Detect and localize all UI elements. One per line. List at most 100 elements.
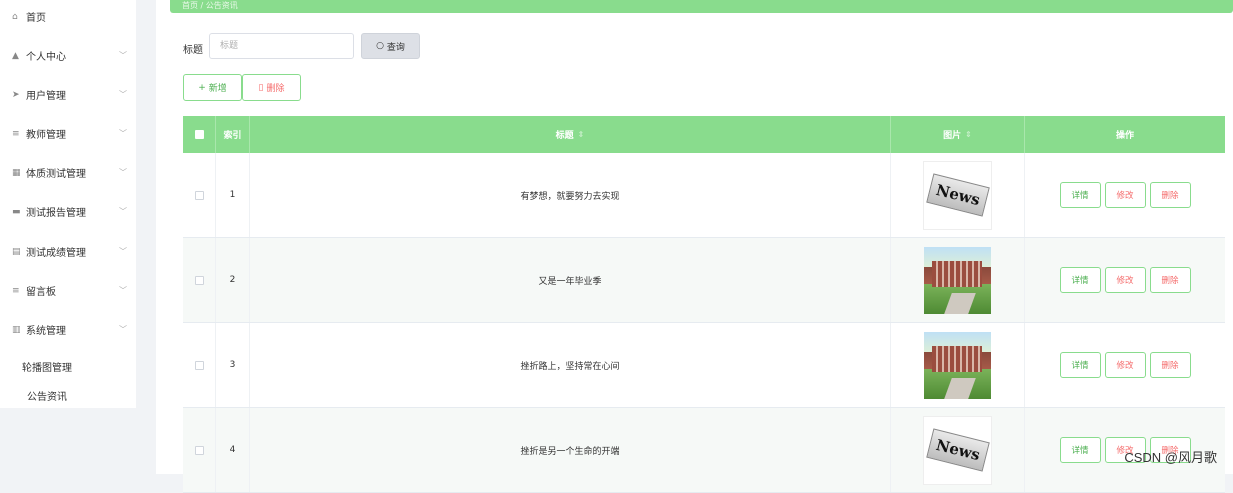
table-row: 4 挫折是另一个生命的开端 News 详情 修改 删除 [183,408,1225,493]
edit-button[interactable]: 修改 [1105,352,1146,378]
sidebar: ⌂ 首页 ▲ 个人中心 ﹀ ➤ 用户管理 ﹀ ≡ 教师管理 ﹀ ▦ 体质测试管理… [0,0,136,408]
row-index: 2 [216,238,250,322]
sidebar-item-fitness-test-management[interactable]: ▦ 体质测试管理 ﹀ [0,153,136,192]
menu-icon: ≡ [12,129,26,139]
sidebar-item-home[interactable]: ⌂ 首页 [0,0,136,36]
row-actions: 详情 修改 删除 [1025,153,1225,237]
delete-button[interactable]: 删除 [1150,182,1191,208]
row-image-cell: News [891,408,1025,492]
delete-button[interactable]: 删除 [1150,352,1191,378]
plus-icon: + [198,83,206,93]
breadcrumb: 首页 / 公告资讯 [170,1,238,10]
column-header-actions: 操作 [1025,116,1225,153]
user-icon: ▲ [12,51,26,61]
row-actions: 详情 修改 删除 [1025,323,1225,407]
row-index: 4 [216,408,250,492]
add-button[interactable]: + 新增 [183,74,242,101]
table-row: 2 又是一年毕业季 详情 修改 删除 [183,238,1225,323]
chevron-down-icon: ﹀ [119,128,127,139]
row-checkbox[interactable] [195,446,204,455]
row-checkbox-cell [183,153,216,237]
sidebar-item-label: 个人中心 [26,48,66,63]
news-thumbnail[interactable]: News [924,162,991,229]
data-table: 索引 标题 ⇕ 图片 ⇕ 操作 1 有梦想，就要努力去实现 News 详情 修改 删… [183,116,1225,493]
sidebar-item-test-report-management[interactable]: ▬ 测试报告管理 ﹀ [0,192,136,231]
row-index: 3 [216,323,250,407]
home-icon: ⌂ [12,12,26,22]
row-image-cell: News [891,153,1025,237]
sidebar-item-teacher-management[interactable]: ≡ 教师管理 ﹀ [0,114,136,153]
campus-thumbnail[interactable] [924,247,991,314]
column-header-title-label: 标题 [556,128,574,141]
campus-thumbnail[interactable] [924,332,991,399]
batch-delete-button[interactable]: ▯ 删除 [242,74,301,101]
sidebar-item-test-score-management[interactable]: ▤ 测试成绩管理 ﹀ [0,232,136,271]
query-button[interactable]: ○ 查询 [361,33,420,59]
row-title: 又是一年毕业季 [250,238,891,322]
sidebar-item-label: 首页 [26,9,46,24]
sidebar-item-system-management[interactable]: ▥ 系统管理 ﹀ [0,310,136,349]
chevron-down-icon: ﹀ [119,167,127,178]
chevron-down-icon: ﹀ [119,50,127,61]
row-actions: 详情 修改 删除 [1025,238,1225,322]
chevron-up-icon: ﹀ [119,324,127,335]
chevron-down-icon: ﹀ [119,246,127,257]
row-checkbox-cell [183,408,216,492]
column-header-title[interactable]: 标题 ⇕ [250,116,891,153]
monitor-icon: ▬ [12,207,26,217]
row-checkbox[interactable] [195,361,204,370]
detail-button[interactable]: 详情 [1060,437,1101,463]
detail-button[interactable]: 详情 [1060,267,1101,293]
search-icon: ○ [376,41,384,51]
chevron-down-icon: ﹀ [119,206,127,217]
delete-button[interactable]: 删除 [1150,267,1191,293]
query-button-label: 查询 [387,40,405,53]
edit-button[interactable]: 修改 [1105,182,1146,208]
column-header-image-label: 图片 [943,128,961,141]
chart-icon: ▥ [12,325,26,335]
edit-button[interactable]: 修改 [1105,267,1146,293]
delete-button-label: 删除 [266,81,284,94]
grid-icon: ▦ [12,168,26,178]
chevron-down-icon: ﹀ [119,89,127,100]
row-checkbox[interactable] [195,276,204,285]
news-thumbnail[interactable]: News [924,417,991,484]
sidebar-item-label: 用户管理 [26,87,66,102]
sidebar-item-label: 系统管理 [26,322,66,337]
row-checkbox-cell [183,238,216,322]
sidebar-item-label: 测试报告管理 [26,204,86,219]
breadcrumb-banner: 首页 / 公告资讯 [170,0,1233,13]
sidebar-item-label: 教师管理 [26,126,66,141]
main-content: 首页 / 公告资讯 标题 ○ 查询 + 新增 ▯ 删除 索引 标题 ⇕ 图片 ⇕ 操… [156,0,1233,474]
column-header-image[interactable]: 图片 ⇕ [891,116,1025,153]
row-title: 挫折路上，坚持常在心间 [250,323,891,407]
row-checkbox-cell [183,323,216,407]
search-input[interactable] [209,33,354,59]
sort-icon[interactable]: ⇕ [965,130,972,139]
detail-button[interactable]: 详情 [1060,352,1101,378]
trash-icon: ▯ [259,83,264,93]
sidebar-item-label: 体质测试管理 [26,165,86,180]
send-icon: ➤ [12,90,26,100]
add-button-label: 新增 [209,81,227,94]
column-header-index: 索引 [216,116,250,153]
chevron-down-icon: ﹀ [119,285,127,296]
document-icon: ▤ [12,247,26,257]
menu-icon: ≡ [12,286,26,296]
sidebar-item-personal-center[interactable]: ▲ 个人中心 ﹀ [0,36,136,75]
sidebar-item-user-management[interactable]: ➤ 用户管理 ﹀ [0,75,136,114]
sort-icon[interactable]: ⇕ [578,130,585,139]
watermark: CSDN @风月歌 [1124,447,1217,466]
row-checkbox[interactable] [195,191,204,200]
detail-button[interactable]: 详情 [1060,182,1101,208]
row-title: 有梦想，就要努力去实现 [250,153,891,237]
row-image-cell [891,238,1025,322]
sidebar-item-label: 留言板 [26,283,56,298]
sidebar-item-message-board[interactable]: ≡ 留言板 ﹀ [0,271,136,310]
table-row: 3 挫折路上，坚持常在心间 详情 修改 删除 [183,323,1225,408]
sidebar-subitem-carousel-management[interactable]: 轮播图管理 [22,359,72,374]
table-row: 1 有梦想，就要努力去实现 News 详情 修改 删除 [183,153,1225,238]
sidebar-subitem-announcements[interactable]: 公告资讯 [27,388,67,403]
select-all-cell [183,116,216,153]
select-all-checkbox[interactable] [195,130,204,139]
